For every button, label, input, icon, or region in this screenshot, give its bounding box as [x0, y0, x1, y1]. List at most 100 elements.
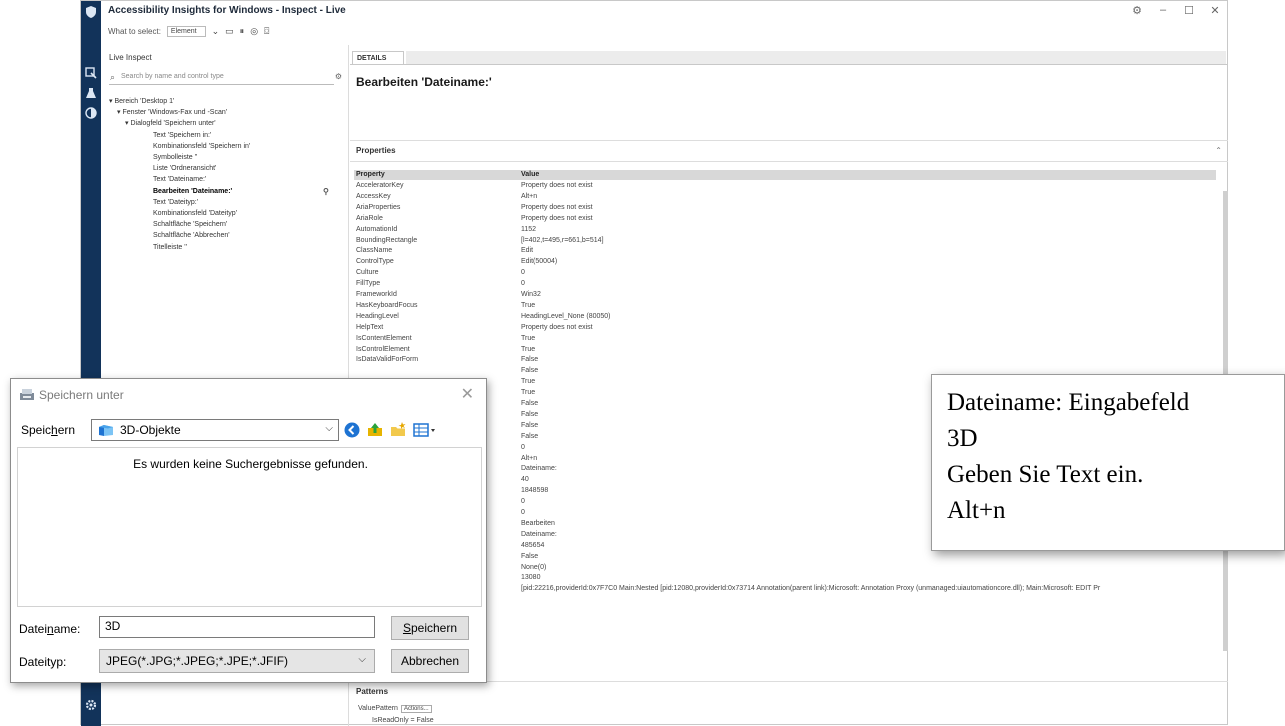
property-value: Dateiname: [521, 530, 557, 538]
properties-header-row: Property Value [354, 170, 1216, 180]
pattern-actions-button[interactable]: Actions... [400, 705, 432, 713]
tab-divider [350, 64, 1228, 65]
tree-item-label: Kombinationsfeld 'Dateityp' [153, 210, 237, 217]
tree-item[interactable]: Liste 'Ordneransicht' [153, 164, 216, 174]
tree-item[interactable]: Bearbeiten 'Dateiname:' ⚲ [153, 187, 329, 197]
tree-item[interactable]: Schaltfläche 'Speichern' [153, 220, 227, 230]
property-key: Culture [356, 269, 379, 277]
property-key: HelpText [356, 323, 384, 331]
property-row[interactable]: FillType 0 [354, 279, 1216, 290]
filetype-select[interactable]: JPEG(*.JPG;*.JPEG;*.JPE;*.JFIF) ⌵ [99, 649, 375, 673]
tree-item[interactable]: ▾ Dialogfeld 'Speichern unter' [125, 119, 216, 129]
target-icon[interactable]: ◎ [250, 26, 258, 37]
property-value: Edit [521, 247, 534, 255]
property-value: Edit(50004) [521, 258, 558, 266]
property-key: BoundingRectangle [356, 236, 418, 244]
property-row[interactable]: BoundingRectangle [l=402,t=495,r=661,b=51… [354, 236, 1216, 247]
tree-item[interactable]: Text 'Dateiname:' [153, 175, 206, 185]
save-in-combobox[interactable]: 3D-Objekte ⌵ [91, 419, 339, 441]
property-value: True [521, 334, 536, 342]
property-key: HasKeyboardFocus [356, 301, 418, 309]
dialog-toolbar [343, 420, 438, 440]
tree-item-label: Dialogfeld 'Speichern unter' [130, 120, 216, 128]
property-row[interactable]: AccessKey Alt+n [354, 192, 1216, 203]
pattern-sub-item: IsReadOnly = False [372, 717, 434, 724]
property-key: AriaProperties [356, 203, 401, 211]
camera-icon[interactable]: ⌼ [264, 26, 269, 37]
property-row[interactable]: IsDataValidForForm False [354, 355, 1216, 366]
tree-item[interactable]: Kombinationsfeld 'Dateityp' [153, 209, 237, 219]
file-list-view[interactable]: Es wurden keine Suchergebnisse gefunden. [17, 447, 482, 607]
up-folder-icon[interactable] [366, 421, 384, 439]
settings-gear-icon[interactable] [84, 699, 98, 713]
property-row[interactable]: HasKeyboardFocus True [354, 301, 1216, 312]
save-button[interactable]: Speichern [391, 616, 469, 640]
tab-details[interactable]: DETAILS [352, 51, 404, 65]
property-value: 0 [521, 509, 525, 516]
tree-search-input[interactable]: ⌕ Search by name and control type ⚙ [109, 70, 342, 85]
close-icon[interactable]: ✕ [461, 384, 474, 404]
collapse-icon[interactable]: ⌃ [1215, 146, 1222, 155]
property-row[interactable]: ClassName Edit [354, 246, 1216, 257]
property-row[interactable]: AutomationId 1152 [354, 225, 1216, 236]
select-mode-dropdown[interactable]: Element [166, 25, 206, 37]
property-value: 0 [521, 269, 525, 277]
property-value: False [521, 421, 539, 429]
property-row[interactable]: AriaRole Property does not exist [354, 214, 1216, 225]
chevron-down-icon: ⌵ [358, 654, 366, 665]
tree-item[interactable]: ▾ Bereich 'Desktop 1' [109, 97, 174, 107]
property-key: AcceleratorKey [356, 182, 404, 189]
property-row[interactable]: HelpText Property does not exist [354, 323, 1216, 334]
tree-item[interactable]: Schaltfläche 'Abbrechen' [153, 231, 230, 241]
property-row[interactable]: ControlType Edit(50004) [354, 257, 1216, 268]
pause-icon[interactable]: ⏸ [240, 26, 245, 37]
filename-input[interactable]: 3D [99, 616, 375, 638]
col-value: Value [521, 171, 540, 178]
cancel-button[interactable]: Abbrechen [391, 649, 469, 673]
pattern-item[interactable]: ValuePattern Actions... [358, 705, 432, 713]
property-row[interactable]: HeadingLevel HeadingLevel_None (80050) [354, 312, 1216, 323]
inspect-icon[interactable] [84, 67, 98, 81]
speech-line: Geben Sie Text ein. [947, 461, 1144, 488]
property-value: 0 [521, 498, 525, 506]
tree-item[interactable]: Text 'Speichern in:' [153, 131, 211, 141]
property-row[interactable]: Culture 0 [354, 268, 1216, 279]
screen-reader-speech-box: Dateiname: Eingabefeld 3D Geben Sie Text… [931, 374, 1285, 551]
tree-item-label: Schaltfläche 'Speichern' [153, 221, 228, 229]
settings-icon[interactable]: ⚙ [1131, 4, 1143, 17]
property-row[interactable]: AriaProperties Property does not exist [354, 203, 1216, 214]
color-contrast-icon[interactable] [84, 107, 98, 121]
empty-message: Es wurden keine Suchergebnisse gefunden. [133, 457, 368, 471]
new-folder-icon[interactable] [389, 421, 407, 439]
tree-item[interactable]: Kombinationsfeld 'Speichern in' [153, 142, 250, 152]
close-icon[interactable]: ✕ [1209, 4, 1221, 17]
panel-header: Live Inspect [109, 53, 152, 62]
tree-item-label: Schaltfläche 'Abbrechen' [153, 232, 230, 240]
property-row[interactable]: AcceleratorKey Property does not exist [354, 181, 1216, 192]
back-icon[interactable] [343, 421, 361, 439]
tree-item[interactable]: Text 'Dateityp:' [153, 198, 198, 208]
screen-icon[interactable]: ▭ [225, 26, 234, 37]
tree-item-action-icon[interactable]: ⚲ [323, 187, 329, 197]
property-value: HeadingLevel_None (80050) [521, 312, 611, 320]
tree-item-label: Bearbeiten 'Dateiname:' [153, 187, 233, 195]
property-value: False [521, 552, 539, 560]
tree-item[interactable]: Titelleiste '' [153, 243, 187, 253]
view-menu-icon[interactable] [412, 421, 438, 439]
test-icon[interactable] [84, 87, 98, 101]
element-heading: Bearbeiten 'Dateiname:' [356, 75, 492, 89]
patterns-title[interactable]: Patterns [356, 687, 388, 696]
property-row[interactable]: IsContentElement True [354, 334, 1216, 345]
property-row[interactable]: IsControlElement True [354, 345, 1216, 356]
tree-item[interactable]: ▾ Fenster 'Windows-Fax und -Scan' [117, 108, 227, 118]
tree-item[interactable]: Symbolleiste '' [153, 153, 197, 163]
speech-line: Dateiname: Eingabefeld [947, 389, 1190, 416]
property-row[interactable]: FrameworkId Win32 [354, 290, 1216, 301]
property-value: 485654 [521, 541, 545, 549]
maximize-icon[interactable]: ☐ [1183, 4, 1195, 17]
minimize-icon[interactable]: – [1157, 4, 1169, 17]
tree-options-icon[interactable]: ⚙ [335, 70, 342, 84]
properties-title[interactable]: Properties [356, 146, 396, 155]
property-value: Alt+n [521, 454, 538, 462]
property-value: Win32 [521, 291, 541, 298]
